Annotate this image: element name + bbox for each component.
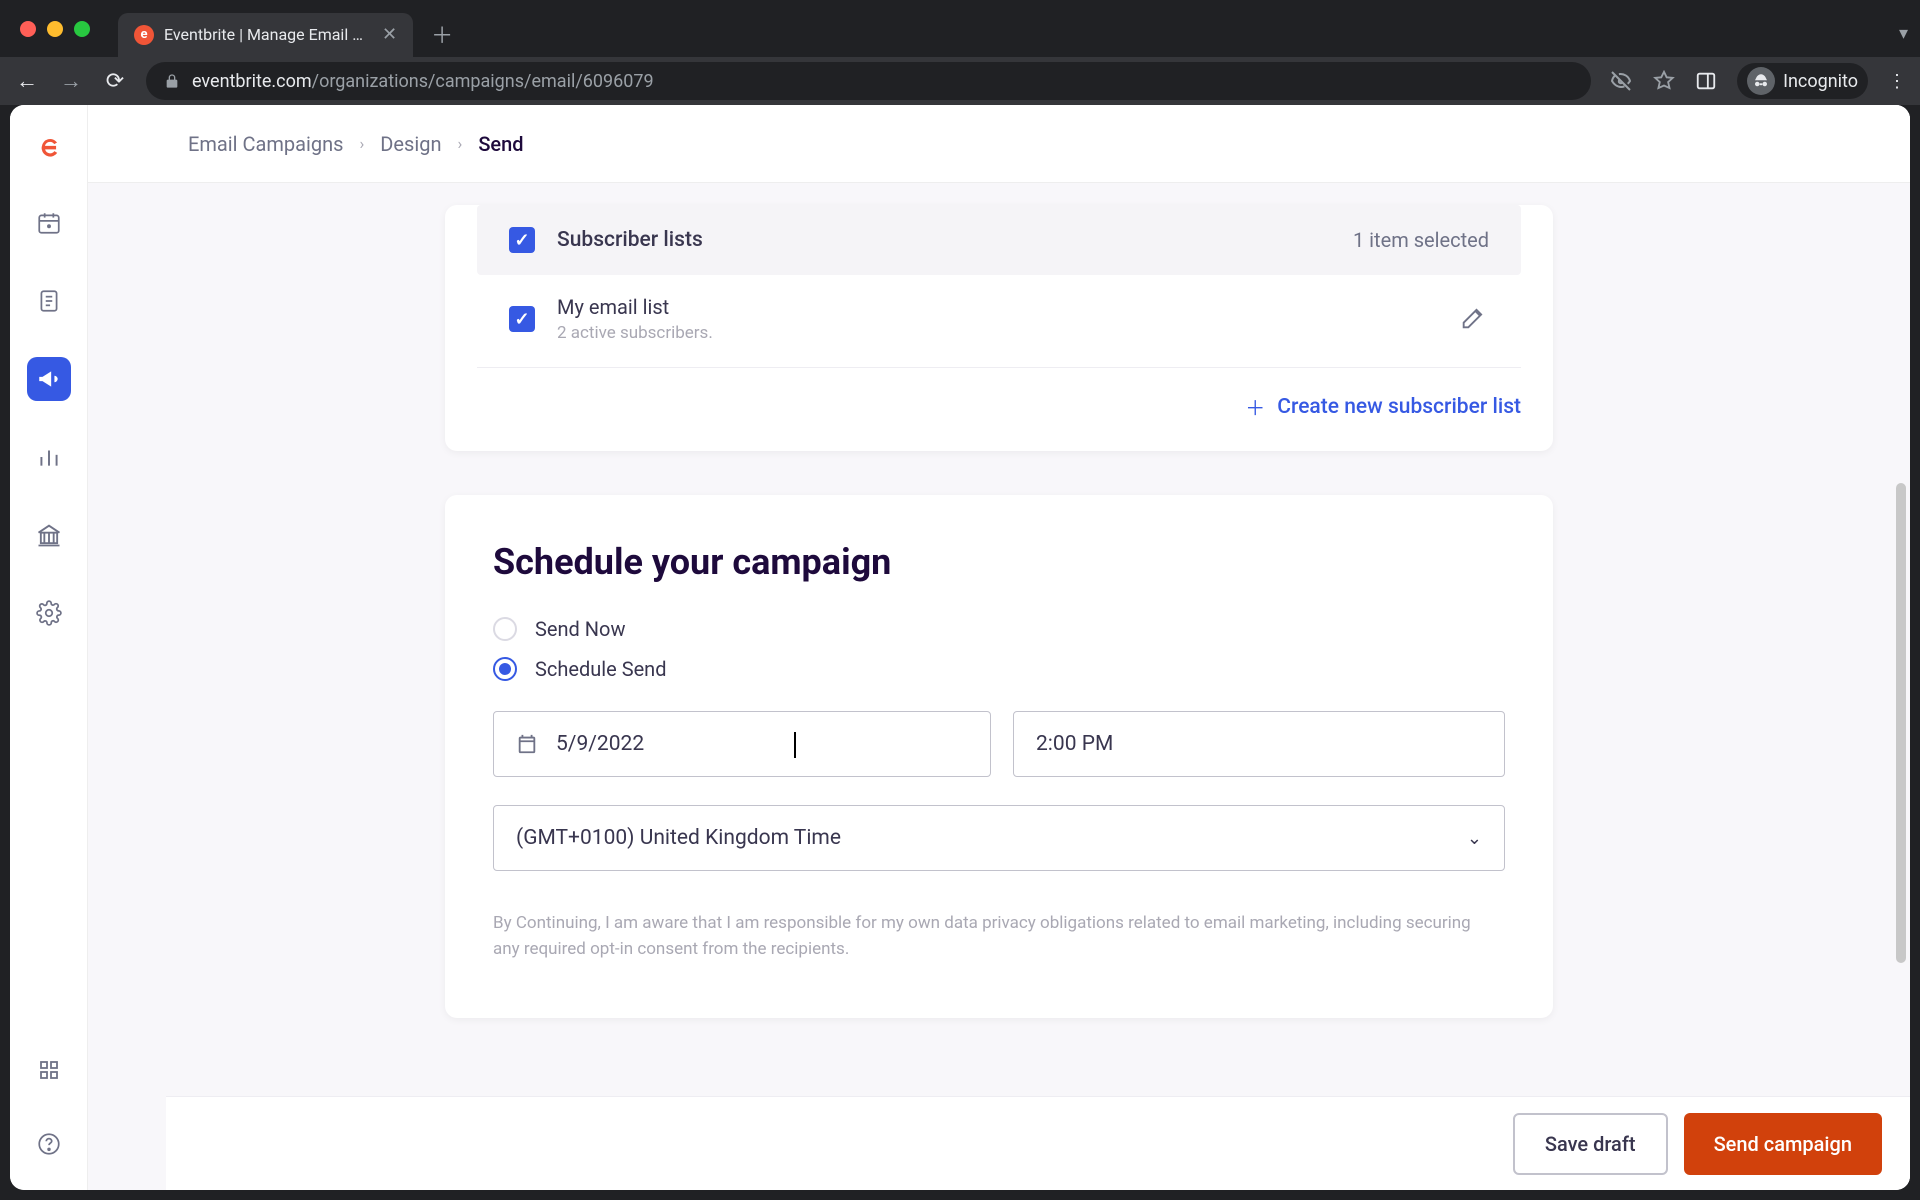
- schedule-card: Schedule your campaign Send Now Schedule…: [445, 495, 1553, 1018]
- calendar-icon: [516, 733, 538, 755]
- timezone-select[interactable]: (GMT+0100) United Kingdom Time ⌄: [493, 805, 1505, 871]
- tabs-dropdown-icon[interactable]: ▾: [1899, 23, 1908, 44]
- incognito-icon: [1747, 67, 1775, 95]
- eventbrite-logo-icon[interactable]: [30, 129, 68, 167]
- kebab-menu-icon[interactable]: ⋮: [1888, 71, 1906, 92]
- chevron-right-icon: ›: [359, 134, 364, 153]
- tab-title: Eventbrite | Manage Email Cam: [164, 25, 364, 44]
- date-input[interactable]: 5/9/2022: [493, 711, 991, 777]
- forward-button[interactable]: →: [58, 68, 84, 94]
- subscriber-lists-title: Subscriber lists: [557, 228, 703, 252]
- schedule-radio-group: Send Now Schedule Send: [493, 617, 1505, 681]
- radio-icon: [493, 617, 517, 641]
- nav-marketing-icon[interactable]: [27, 357, 71, 401]
- radio-send-now-label: Send Now: [535, 617, 625, 641]
- url-path: /organizations/campaigns/email/6096079: [312, 71, 654, 92]
- nav-help-icon[interactable]: [27, 1122, 71, 1166]
- window-close-icon[interactable]: [20, 21, 36, 37]
- timezone-value: (GMT+0100) United Kingdom Time: [516, 826, 841, 850]
- new-tab-button[interactable]: ＋: [431, 18, 453, 50]
- page-topbar: Email Campaigns › Design › Send: [88, 105, 1910, 183]
- nav-orders-icon[interactable]: [27, 279, 71, 323]
- close-tab-icon[interactable]: ✕: [382, 24, 397, 45]
- window-controls: [20, 21, 90, 37]
- radio-icon: [493, 657, 517, 681]
- radio-send-now[interactable]: Send Now: [493, 617, 1505, 641]
- footer-action-bar: Save draft Send campaign: [166, 1096, 1910, 1190]
- browser-tab-strip: e Eventbrite | Manage Email Cam ✕ ＋ ▾: [0, 0, 1920, 57]
- breadcrumb: Email Campaigns › Design › Send: [188, 132, 524, 156]
- breadcrumb-design[interactable]: Design: [380, 132, 441, 156]
- time-value: 2:00 PM: [1036, 732, 1113, 756]
- lock-icon: [164, 73, 180, 89]
- panel-icon[interactable]: [1695, 70, 1717, 92]
- nav-events-icon[interactable]: [27, 201, 71, 245]
- url-input[interactable]: eventbrite.com/organizations/campaigns/e…: [146, 62, 1591, 100]
- url-host: eventbrite.com: [192, 71, 312, 92]
- create-subscriber-list-label: Create new subscriber list: [1277, 395, 1521, 419]
- scrollbar[interactable]: [1896, 483, 1906, 963]
- nav-settings-icon[interactable]: [27, 591, 71, 635]
- chevron-down-icon: ⌄: [1467, 828, 1482, 849]
- list-name: My email list: [557, 295, 713, 319]
- edit-list-icon[interactable]: [1459, 304, 1489, 334]
- breadcrumb-send: Send: [478, 132, 523, 156]
- list-subscriber-count: 2 active subscribers.: [557, 323, 713, 343]
- window-minimize-icon[interactable]: [47, 21, 63, 37]
- checkbox-list[interactable]: ✓: [509, 306, 535, 332]
- send-campaign-button[interactable]: Send campaign: [1684, 1113, 1882, 1175]
- favicon-icon: e: [134, 25, 154, 45]
- create-subscriber-list-link[interactable]: ＋ Create new subscriber list: [1245, 392, 1521, 421]
- back-button[interactable]: ←: [14, 68, 40, 94]
- address-bar: ← → ⟳ eventbrite.com/organizations/campa…: [0, 57, 1920, 105]
- date-value: 5/9/2022: [556, 732, 644, 756]
- text-cursor-icon: [794, 732, 796, 758]
- chevron-right-icon: ›: [458, 134, 463, 153]
- selected-count: 1 item selected: [1353, 228, 1489, 252]
- nav-finance-icon[interactable]: [27, 513, 71, 557]
- schedule-title: Schedule your campaign: [493, 541, 1505, 583]
- save-draft-button[interactable]: Save draft: [1513, 1113, 1668, 1175]
- content-area: Email Campaigns › Design › Send ✓ Subscr…: [88, 105, 1910, 1190]
- scroll-area: ✓ Subscriber lists 1 item selected ✓ My …: [88, 183, 1910, 1190]
- reload-button[interactable]: ⟳: [102, 69, 128, 94]
- eye-off-icon[interactable]: [1609, 69, 1633, 93]
- browser-tab[interactable]: e Eventbrite | Manage Email Cam ✕: [118, 13, 413, 57]
- breadcrumb-email-campaigns[interactable]: Email Campaigns: [188, 132, 343, 156]
- checkbox-all[interactable]: ✓: [509, 227, 535, 253]
- subscriber-lists-card: ✓ Subscriber lists 1 item selected ✓ My …: [445, 205, 1553, 451]
- incognito-indicator[interactable]: Incognito: [1737, 63, 1868, 99]
- disclaimer-text: By Continuing, I am aware that I am resp…: [493, 911, 1493, 962]
- incognito-label: Incognito: [1783, 71, 1858, 92]
- subscriber-lists-header[interactable]: ✓ Subscriber lists 1 item selected: [477, 205, 1521, 275]
- app-window: Email Campaigns › Design › Send ✓ Subscr…: [10, 105, 1910, 1190]
- nav-apps-icon[interactable]: [27, 1048, 71, 1092]
- subscriber-list-row[interactable]: ✓ My email list 2 active subscribers.: [477, 275, 1521, 368]
- plus-icon: ＋: [1245, 392, 1265, 421]
- time-input[interactable]: 2:00 PM: [1013, 711, 1505, 777]
- nav-reports-icon[interactable]: [27, 435, 71, 479]
- radio-schedule-send[interactable]: Schedule Send: [493, 657, 1505, 681]
- window-maximize-icon[interactable]: [74, 21, 90, 37]
- left-nav-rail: [10, 105, 88, 1190]
- bookmark-star-icon[interactable]: [1653, 70, 1675, 92]
- radio-schedule-send-label: Schedule Send: [535, 657, 667, 681]
